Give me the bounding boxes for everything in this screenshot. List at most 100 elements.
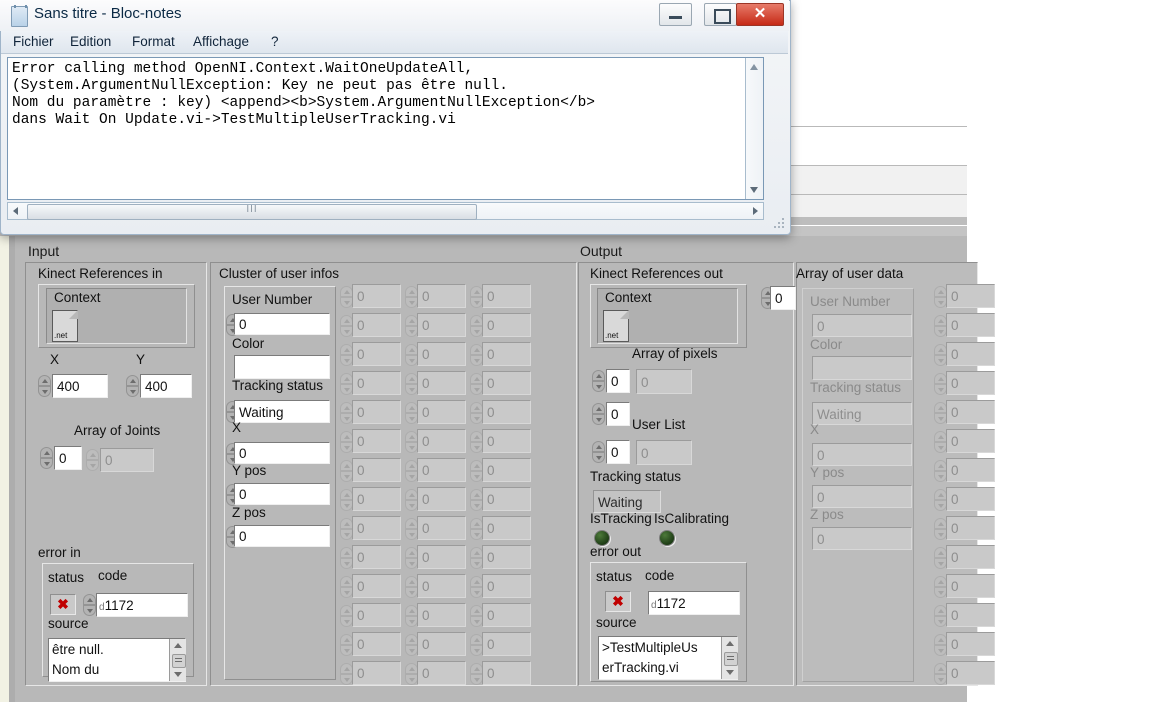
error-in-code-spinner[interactable] bbox=[83, 594, 96, 616]
y-input[interactable]: 400 bbox=[140, 374, 192, 398]
error-in-status-icon[interactable]: ✖ bbox=[50, 594, 76, 615]
x-input[interactable]: 400 bbox=[52, 374, 108, 398]
grid-cell-field: 0 bbox=[946, 429, 995, 453]
cluster-z-field[interactable]: 0 bbox=[234, 525, 330, 547]
close-button[interactable]: ✕ bbox=[736, 3, 784, 26]
scroll-right-icon[interactable] bbox=[753, 207, 758, 215]
menu-help[interactable]: ? bbox=[271, 34, 279, 49]
error-in-source-line: Nom du bbox=[52, 662, 100, 677]
error-in-code-field[interactable]: d1172 bbox=[96, 593, 188, 617]
scroll-grip[interactable] bbox=[724, 652, 738, 666]
y-label-in: Y bbox=[136, 352, 146, 367]
scroll-down-icon[interactable] bbox=[750, 187, 758, 193]
grid-cell-field: 0 bbox=[417, 458, 466, 482]
user-data-label-x: X bbox=[810, 422, 820, 437]
grid-cell-field: 0 bbox=[946, 284, 995, 308]
notepad-text-line: (System.ArgumentNullException: Key ne pe… bbox=[12, 78, 508, 94]
cluster-y-field[interactable]: 0 bbox=[234, 483, 330, 505]
dotnet-icon: .net bbox=[52, 310, 78, 342]
x-spinner-in[interactable] bbox=[38, 375, 51, 397]
grid-cell-field: 0 bbox=[946, 545, 995, 569]
user-data-user-number-field: 0 bbox=[812, 314, 912, 337]
notepad-window[interactable]: Sans titre - Bloc-notes ✕ Fichier Editio… bbox=[0, 0, 791, 235]
error-out-code-label: code bbox=[645, 568, 675, 583]
menu-format[interactable]: Format bbox=[132, 34, 175, 49]
cluster-label-y-pos: Y pos bbox=[232, 463, 267, 478]
panel-left-strip bbox=[0, 236, 9, 702]
cluster-user-number-field[interactable]: 0 bbox=[234, 313, 330, 335]
joints-index-spinner[interactable] bbox=[40, 447, 53, 469]
joints-index-input[interactable]: 0 bbox=[54, 446, 82, 470]
cluster-tracking-field[interactable]: Waiting bbox=[234, 400, 330, 423]
grid-cell-field: 0 bbox=[352, 545, 401, 569]
error-out-code-value: 1172 bbox=[656, 596, 686, 611]
x-label-in: X bbox=[50, 352, 60, 367]
error-in-source-scrollbar[interactable] bbox=[169, 639, 186, 681]
grid-cell-field: 0 bbox=[482, 342, 531, 366]
error-out-source-box[interactable]: >TestMultipleUs erTracking.vi bbox=[598, 636, 738, 680]
grid-cell-field: 0 bbox=[352, 429, 401, 453]
error-in-source-box[interactable]: être null. Nom du bbox=[48, 638, 186, 682]
grid-cell-field: 0 bbox=[946, 661, 995, 685]
array-of-pixels-label: Array of pixels bbox=[632, 346, 718, 361]
user-data-z-field: 0 bbox=[812, 527, 912, 550]
minimize-button[interactable] bbox=[659, 3, 692, 26]
error-in-code-value: 1172 bbox=[104, 598, 134, 613]
panel-left-strip-inner bbox=[9, 236, 15, 702]
menu-edition[interactable]: Edition bbox=[70, 34, 111, 49]
grid-cell-field: 0 bbox=[482, 371, 531, 395]
grid-cell-field: 0 bbox=[352, 603, 401, 627]
notepad-text-area[interactable]: Error calling method OpenNI.Context.Wait… bbox=[7, 57, 764, 200]
user-data-label-z-pos: Z pos bbox=[810, 507, 844, 522]
menu-affichage[interactable]: Affichage bbox=[193, 34, 249, 49]
scroll-up-icon[interactable] bbox=[726, 641, 734, 646]
userlist-index-spinner[interactable] bbox=[592, 441, 605, 463]
user-data-label-user-number: User Number bbox=[810, 294, 891, 309]
user-data-color-field bbox=[812, 356, 912, 380]
grid-cell-field: 0 bbox=[417, 429, 466, 453]
cluster-x-field[interactable]: 0 bbox=[234, 442, 330, 464]
grid-cell-field: 0 bbox=[482, 603, 531, 627]
notepad-icon bbox=[11, 5, 28, 27]
pixels-index-field-1[interactable]: 0 bbox=[606, 369, 630, 393]
resize-grip[interactable] bbox=[774, 218, 786, 230]
scroll-down-icon[interactable] bbox=[174, 672, 182, 677]
y-spinner-in[interactable] bbox=[126, 375, 139, 397]
grid-cell-field: 0 bbox=[417, 400, 466, 424]
dotnet-icon: .net bbox=[603, 310, 629, 342]
grid-cell-field: 0 bbox=[482, 516, 531, 540]
scroll-thumb[interactable] bbox=[27, 204, 477, 220]
grid-cell-field: 0 bbox=[946, 371, 995, 395]
notepad-vertical-scrollbar[interactable] bbox=[745, 58, 763, 199]
scroll-down-icon[interactable] bbox=[726, 670, 734, 675]
maximize-button[interactable] bbox=[704, 3, 737, 26]
scroll-left-icon[interactable] bbox=[13, 207, 18, 215]
scroll-up-icon[interactable] bbox=[750, 64, 758, 70]
cluster-color-field[interactable] bbox=[234, 355, 330, 379]
tracking-status-indicator: Waiting bbox=[593, 490, 661, 513]
notepad-menubar[interactable]: Fichier Edition Format Affichage ? bbox=[1, 31, 788, 54]
grid-cell-field: 0 bbox=[352, 661, 401, 685]
error-out-source-line: erTracking.vi bbox=[602, 660, 679, 675]
istracking-label: IsTracking bbox=[590, 511, 652, 526]
error-out-source-scrollbar[interactable] bbox=[721, 637, 738, 679]
grid-cell-field: 0 bbox=[946, 603, 995, 627]
error-in-source-line: être null. bbox=[52, 642, 104, 657]
grid-cell-field: 0 bbox=[482, 313, 531, 337]
cluster-label-tracking-status: Tracking status bbox=[232, 378, 324, 393]
notepad-titlebar[interactable]: Sans titre - Bloc-notes ✕ bbox=[0, 0, 789, 31]
grid-cell-field: 0 bbox=[352, 574, 401, 598]
pixels-index-spinner-1[interactable] bbox=[592, 370, 605, 392]
joints-value-field: 0 bbox=[100, 448, 154, 472]
scroll-grip[interactable] bbox=[172, 654, 186, 668]
pixels-index-field-2[interactable]: 0 bbox=[606, 402, 630, 426]
pixels-index-spinner-2[interactable] bbox=[592, 403, 605, 425]
menu-fichier[interactable]: Fichier bbox=[13, 34, 54, 49]
notepad-horizontal-scrollbar[interactable] bbox=[7, 202, 764, 220]
userlist-index-field[interactable]: 0 bbox=[606, 440, 630, 464]
notepad-text-line: dans Wait On Update.vi->TestMultipleUser… bbox=[12, 112, 456, 128]
user-data-index-field[interactable]: 0 bbox=[770, 286, 796, 310]
grid-cell-field: 0 bbox=[482, 661, 531, 685]
cluster-title: Cluster of user infos bbox=[219, 266, 340, 281]
scroll-up-icon[interactable] bbox=[174, 643, 182, 648]
